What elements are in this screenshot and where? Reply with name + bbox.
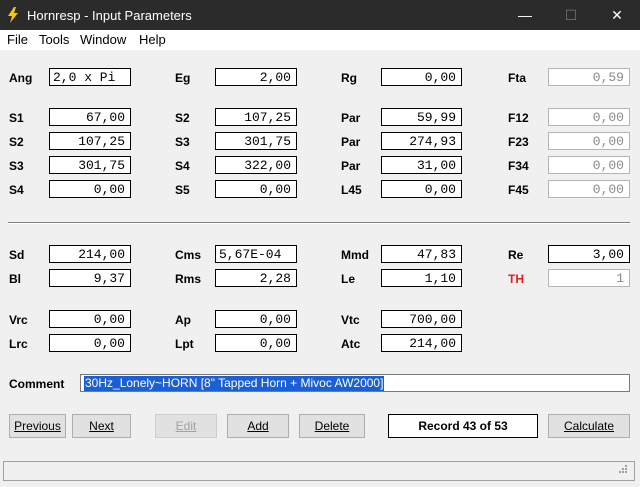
field-th[interactable]: 1 (548, 269, 630, 287)
label-ang: Ang (9, 71, 33, 85)
label-vtc: Vtc (341, 313, 360, 327)
label-s2-a: S2 (9, 135, 24, 149)
next-button[interactable]: Next (72, 414, 131, 438)
field-vtc[interactable]: 700,00 (381, 310, 462, 328)
label-f12: F12 (508, 111, 529, 125)
minimize-button[interactable]: — (502, 0, 548, 30)
label-atc: Atc (341, 337, 361, 351)
label-vrc: Vrc (9, 313, 28, 327)
field-s3-a[interactable]: 301,75 (49, 156, 131, 174)
label-s3-a: S3 (9, 159, 24, 173)
maximize-button[interactable]: ☐ (548, 0, 594, 30)
menu-file[interactable]: File (7, 32, 28, 47)
field-rg[interactable]: 0,00 (381, 68, 462, 86)
label-par-3: Par (341, 159, 361, 173)
label-s5-b: S5 (175, 183, 190, 197)
label-l45: L45 (341, 183, 362, 197)
field-rms[interactable]: 2,28 (215, 269, 297, 287)
edit-button-label: Edit (175, 419, 197, 433)
separator (8, 222, 630, 224)
field-s5-b[interactable]: 0,00 (215, 180, 297, 198)
label-mmd: Mmd (341, 248, 369, 262)
label-s1: S1 (9, 111, 24, 125)
label-f23: F23 (508, 135, 529, 149)
comment-text: 30Hz_Lonely~HORN [8" Tapped Horn + Mivoc… (84, 376, 385, 391)
field-vrc[interactable]: 0,00 (49, 310, 131, 328)
field-mmd[interactable]: 47,83 (381, 245, 462, 263)
label-rms: Rms (175, 272, 202, 286)
field-ang[interactable]: 2,0 x Pi (49, 68, 131, 86)
label-th: TH (508, 272, 524, 286)
field-ap[interactable]: 0,00 (215, 310, 297, 328)
field-s1[interactable]: 67,00 (49, 108, 131, 126)
resize-grip-icon[interactable] (618, 464, 628, 474)
calculate-button-label: Calculate (563, 419, 615, 433)
menu-bar: File Tools Window Help (0, 30, 640, 50)
label-rg: Rg (341, 71, 357, 85)
previous-button-label: Previous (14, 419, 61, 433)
calculate-button[interactable]: Calculate (548, 414, 630, 438)
menu-window[interactable]: Window (80, 32, 126, 47)
status-bar (3, 461, 635, 481)
app-lightning-icon (8, 7, 18, 23)
comment-field[interactable]: 30Hz_Lonely~HORN [8" Tapped Horn + Mivoc… (80, 374, 630, 392)
field-par-1[interactable]: 59,99 (381, 108, 462, 126)
field-s4-b[interactable]: 322,00 (215, 156, 297, 174)
label-s2-b: S2 (175, 111, 190, 125)
field-lpt[interactable]: 0,00 (215, 334, 297, 352)
field-le[interactable]: 1,10 (381, 269, 462, 287)
label-f34: F34 (508, 159, 529, 173)
label-s3-b: S3 (175, 135, 190, 149)
field-s2-b[interactable]: 107,25 (215, 108, 297, 126)
label-lrc: Lrc (9, 337, 28, 351)
field-s2-a[interactable]: 107,25 (49, 132, 131, 150)
field-atc[interactable]: 214,00 (381, 334, 462, 352)
delete-button-label: Delete (314, 419, 350, 433)
add-button-label: Add (247, 419, 269, 433)
label-eg: Eg (175, 71, 191, 85)
window-title: Hornresp - Input Parameters (27, 8, 192, 23)
label-par-2: Par (341, 135, 361, 149)
field-f23: 0,00 (548, 132, 630, 150)
label-s4-b: S4 (175, 159, 190, 173)
label-cms: Cms (175, 248, 202, 262)
label-lpt: Lpt (175, 337, 194, 351)
next-button-label: Next (89, 419, 114, 433)
label-le: Le (341, 272, 356, 286)
field-bl[interactable]: 9,37 (49, 269, 131, 287)
add-button[interactable]: Add (227, 414, 289, 438)
label-ap: Ap (175, 313, 191, 327)
field-lrc[interactable]: 0,00 (49, 334, 131, 352)
field-s4-a[interactable]: 0,00 (49, 180, 131, 198)
title-bar: Hornresp - Input Parameters — ☐ ✕ (0, 0, 640, 30)
field-fta: 0,59 (548, 68, 630, 86)
close-button[interactable]: ✕ (594, 0, 640, 30)
field-sd[interactable]: 214,00 (49, 245, 131, 263)
field-par-2[interactable]: 274,93 (381, 132, 462, 150)
menu-help[interactable]: Help (139, 32, 166, 47)
label-bl: Bl (9, 272, 21, 286)
label-sd: Sd (9, 248, 25, 262)
field-cms[interactable]: 5,67E-04 (215, 245, 297, 263)
record-indicator: Record 43 of 53 (388, 414, 538, 438)
label-comment: Comment (9, 377, 65, 391)
edit-button: Edit (155, 414, 217, 438)
label-par-1: Par (341, 111, 361, 125)
menu-tools[interactable]: Tools (39, 32, 69, 47)
previous-button[interactable]: Previous (9, 414, 66, 438)
field-f34: 0,00 (548, 156, 630, 174)
label-fta: Fta (508, 71, 526, 85)
label-f45: F45 (508, 183, 529, 197)
delete-button[interactable]: Delete (299, 414, 365, 438)
field-s3-b[interactable]: 301,75 (215, 132, 297, 150)
label-s4-a: S4 (9, 183, 24, 197)
field-f12: 0,00 (548, 108, 630, 126)
field-eg[interactable]: 2,00 (215, 68, 297, 86)
label-re: Re (508, 248, 524, 262)
field-l45[interactable]: 0,00 (381, 180, 462, 198)
field-par-3[interactable]: 31,00 (381, 156, 462, 174)
field-re[interactable]: 3,00 (548, 245, 630, 263)
field-f45: 0,00 (548, 180, 630, 198)
